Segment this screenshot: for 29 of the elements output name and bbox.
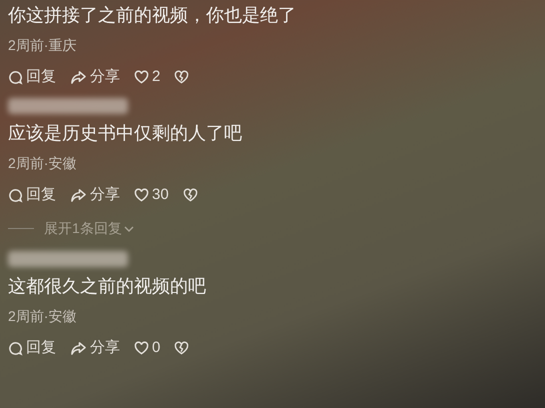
comment-meta: 2周前·安徽	[8, 307, 78, 325]
reply-button[interactable]: 回复	[8, 68, 56, 86]
reply-button[interactable]: 回复	[8, 339, 56, 357]
like-button[interactable]: 0	[134, 339, 160, 357]
share-icon	[70, 340, 87, 356]
broken-heart-icon[interactable]	[174, 70, 190, 84]
share-button[interactable]: 分享	[70, 68, 120, 86]
share-icon	[70, 188, 87, 202]
expand-replies-link[interactable]: 展开1条回复	[44, 218, 134, 239]
like-button[interactable]: 30	[134, 186, 169, 204]
comment-icon	[8, 340, 23, 356]
comment-text: 应该是历史书中仅剩的人了吧	[8, 122, 243, 145]
heart-icon	[134, 70, 149, 84]
comment-icon	[8, 70, 23, 84]
comment-meta: 2周前·安徽	[8, 154, 78, 172]
heart-icon	[134, 188, 149, 202]
comment-icon	[8, 188, 23, 202]
share-button[interactable]: 分享	[70, 186, 120, 204]
broken-heart-icon[interactable]	[174, 341, 190, 355]
heart-icon	[134, 341, 149, 355]
comment-text: 你这拼接了之前的视频，你也是绝了	[8, 4, 297, 27]
reply-button[interactable]: 回复	[8, 186, 56, 204]
broken-heart-icon[interactable]	[182, 188, 198, 202]
share-icon	[70, 70, 87, 84]
comment-meta: 2周前·重庆	[8, 36, 78, 54]
like-button[interactable]: 2	[134, 68, 160, 86]
share-button[interactable]: 分享	[70, 339, 120, 357]
chevron-down-icon	[124, 224, 134, 232]
comment-text: 这都很久之前的视频的吧	[8, 275, 207, 298]
